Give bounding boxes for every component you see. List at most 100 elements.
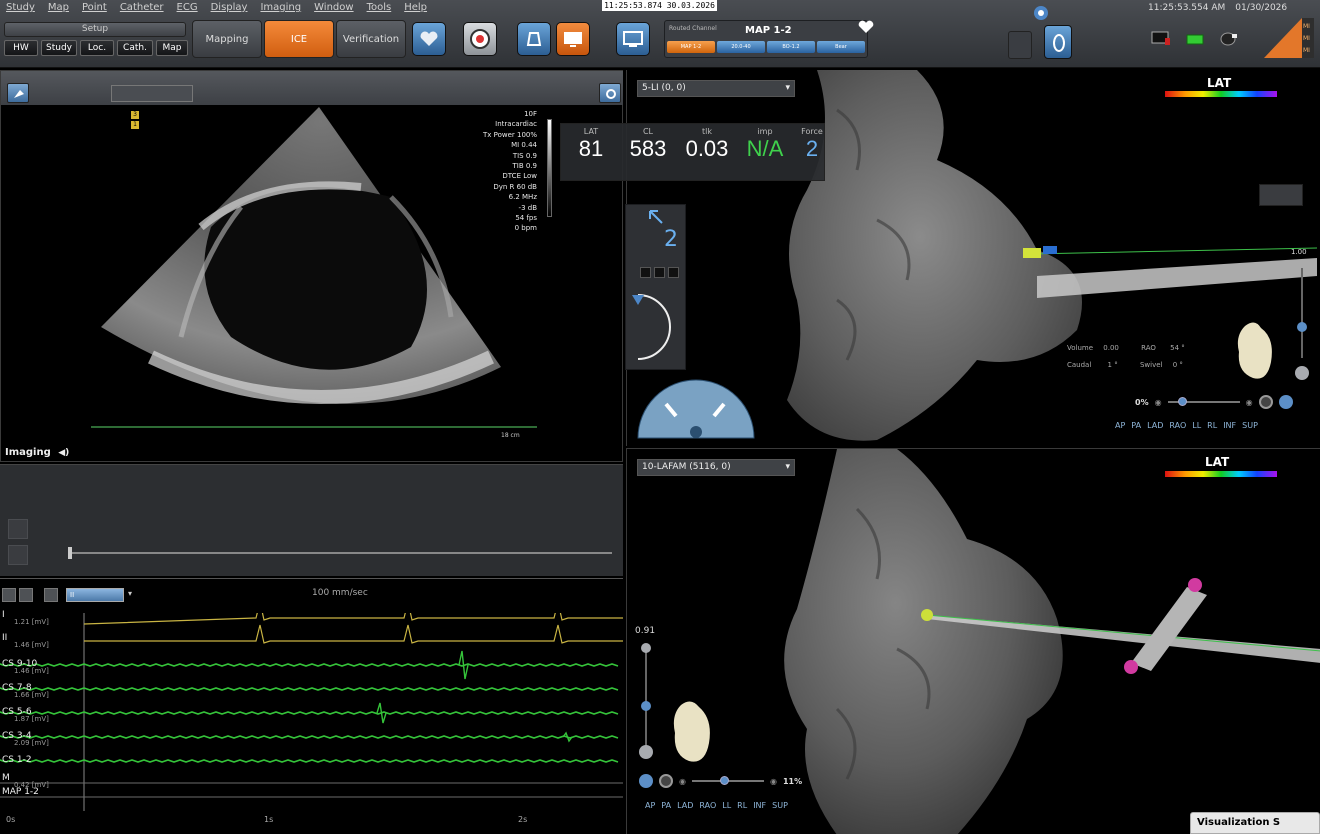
view-rao[interactable]: RAO bbox=[699, 801, 716, 810]
zoom-slider-track[interactable] bbox=[1167, 397, 1240, 406]
ecg-channel-name[interactable]: I bbox=[2, 610, 5, 620]
menu-imaging[interactable]: Imaging bbox=[260, 2, 301, 16]
view-pa[interactable]: PA bbox=[661, 801, 671, 810]
menu-display[interactable]: Display bbox=[211, 2, 248, 16]
ecg-channel-name[interactable]: MAP 1-2 bbox=[2, 787, 39, 797]
reset-view-button[interactable] bbox=[1295, 366, 1309, 380]
loc-button[interactable]: Loc. bbox=[80, 40, 114, 56]
verification-button[interactable]: Verification bbox=[336, 20, 406, 58]
lat-color-scale bbox=[1165, 91, 1277, 97]
view-rao[interactable]: RAO bbox=[1169, 421, 1186, 430]
view-rl[interactable]: RL bbox=[1207, 421, 1217, 430]
hw-button[interactable]: HW bbox=[4, 40, 38, 56]
view-sup[interactable]: SUP bbox=[772, 801, 788, 810]
date-text: 01/30/2026 bbox=[1235, 3, 1288, 13]
menu-tools[interactable]: Tools bbox=[367, 2, 392, 16]
zoom-out-icon[interactable]: ◉ bbox=[679, 777, 686, 786]
catheter-tip-view[interactable] bbox=[636, 374, 756, 440]
view-rl[interactable]: RL bbox=[737, 801, 747, 810]
channel-chip[interactable]: Bear bbox=[817, 41, 865, 53]
ultrasound-preset-field[interactable] bbox=[111, 85, 193, 102]
ultrasound-settings-button[interactable] bbox=[599, 83, 621, 103]
view-sup[interactable]: SUP bbox=[1242, 421, 1258, 430]
map-view-bottom[interactable]: 10-LAFAM (5116, 0) LAT 0.91 ◉ ◉ 11% bbox=[626, 448, 1320, 834]
view-pa[interactable]: PA bbox=[1131, 421, 1141, 430]
cath-button[interactable]: Cath. bbox=[117, 40, 153, 56]
view-lad[interactable]: LAD bbox=[677, 801, 693, 810]
reset-view-button[interactable] bbox=[639, 745, 653, 759]
heart-orientation-icon[interactable] bbox=[667, 697, 717, 769]
camera-icon[interactable] bbox=[659, 774, 673, 788]
cine-slider-handle[interactable] bbox=[68, 547, 72, 559]
map-button[interactable]: Map bbox=[156, 40, 188, 56]
tip-orientation-dial[interactable] bbox=[636, 374, 756, 440]
speaker-icon[interactable]: ◀) bbox=[58, 448, 69, 458]
menu-point[interactable]: Point bbox=[82, 2, 107, 16]
menu-study[interactable]: Study bbox=[6, 2, 35, 16]
zoom-slider-track[interactable] bbox=[691, 776, 764, 785]
cine-play-button[interactable] bbox=[8, 519, 28, 539]
setup-button[interactable]: Setup bbox=[4, 22, 186, 37]
routed-channel-value[interactable]: MAP 1-2 bbox=[745, 25, 792, 36]
param-line: Tx Power 100% bbox=[482, 130, 537, 139]
zoom-slider-handle[interactable] bbox=[719, 776, 729, 785]
view-ll[interactable]: LL bbox=[722, 801, 731, 810]
rotate-icon[interactable] bbox=[1278, 395, 1293, 409]
chevron-down-icon[interactable]: ▾ bbox=[128, 589, 132, 598]
electrode-indicators bbox=[640, 267, 679, 278]
menu-window[interactable]: Window bbox=[314, 2, 353, 16]
imaging-mode-button[interactable] bbox=[7, 83, 29, 103]
orientation-marker-top: 3 bbox=[131, 111, 139, 119]
camera-icon[interactable] bbox=[1258, 395, 1273, 409]
zoom-in-icon[interactable]: ◉ bbox=[770, 777, 777, 786]
channel-chip[interactable]: BO-1.2 bbox=[767, 41, 815, 53]
map-selector[interactable]: 10-LAFAM (5116, 0) bbox=[637, 459, 795, 476]
cine-slider-track[interactable] bbox=[70, 552, 612, 554]
zoom-slider-handle[interactable] bbox=[1177, 397, 1187, 406]
locator-icon[interactable] bbox=[1030, 3, 1052, 23]
menu-catheter[interactable]: Catheter bbox=[120, 2, 164, 16]
menu-help[interactable]: Help bbox=[404, 2, 427, 16]
zoom-in-icon[interactable]: ◉ bbox=[1246, 398, 1253, 407]
arrow-up-left-icon[interactable] bbox=[646, 207, 666, 227]
opacity-slider-handle[interactable] bbox=[641, 701, 651, 711]
mapping-button[interactable]: Mapping bbox=[192, 20, 262, 58]
ecg-channel-name[interactable]: II bbox=[2, 633, 7, 643]
ecg-freeze-button[interactable] bbox=[2, 588, 16, 602]
zoom-out-icon[interactable]: ◉ bbox=[1155, 398, 1162, 407]
screen-layout-button[interactable] bbox=[616, 22, 650, 56]
cine-loop-button[interactable] bbox=[8, 545, 28, 565]
view-ap[interactable]: AP bbox=[645, 801, 655, 810]
rotate-icon[interactable] bbox=[639, 774, 653, 788]
opacity-slider-handle[interactable] bbox=[1297, 322, 1307, 332]
ecg-layout-button[interactable] bbox=[44, 588, 58, 602]
view-ap[interactable]: AP bbox=[1115, 421, 1125, 430]
heart-tools-button[interactable] bbox=[412, 22, 446, 56]
ecg-reference-dropdown[interactable]: II bbox=[66, 588, 124, 602]
menu-map[interactable]: Map bbox=[48, 2, 69, 16]
ecg-channel-name[interactable]: CS 1-2 bbox=[2, 755, 32, 765]
zero-button[interactable] bbox=[1044, 25, 1072, 59]
opacity-slider-top[interactable] bbox=[641, 643, 651, 653]
menu-ecg[interactable]: ECG bbox=[177, 2, 198, 16]
snapshot-button[interactable] bbox=[556, 22, 590, 56]
map-selector[interactable]: 5-LI (0, 0) bbox=[637, 80, 795, 97]
channel-chip[interactable]: MAP 1-2 bbox=[667, 41, 715, 53]
map-tools-mini[interactable] bbox=[1259, 184, 1303, 206]
view-ll[interactable]: LL bbox=[1192, 421, 1201, 430]
heart-orientation-icon[interactable] bbox=[1231, 318, 1279, 386]
record-button[interactable] bbox=[463, 22, 497, 56]
view-inf[interactable]: INF bbox=[1223, 421, 1236, 430]
view-lad[interactable]: LAD bbox=[1147, 421, 1163, 430]
visualization-tab[interactable]: Visualization S bbox=[1190, 812, 1320, 834]
ecg-trace-intracardiac bbox=[0, 759, 619, 763]
opacity-slider-track[interactable] bbox=[645, 645, 647, 751]
view-inf[interactable]: INF bbox=[753, 801, 766, 810]
ecg-channel-name[interactable]: M bbox=[2, 773, 10, 783]
channel-chip[interactable]: 20.0-40 bbox=[717, 41, 765, 53]
opacity-slider-track[interactable] bbox=[1301, 268, 1303, 358]
ice-button[interactable]: ICE bbox=[264, 20, 334, 58]
study-button[interactable]: Study bbox=[41, 40, 77, 56]
bell-display-button[interactable] bbox=[517, 22, 551, 56]
ecg-settings-button[interactable] bbox=[19, 588, 33, 602]
